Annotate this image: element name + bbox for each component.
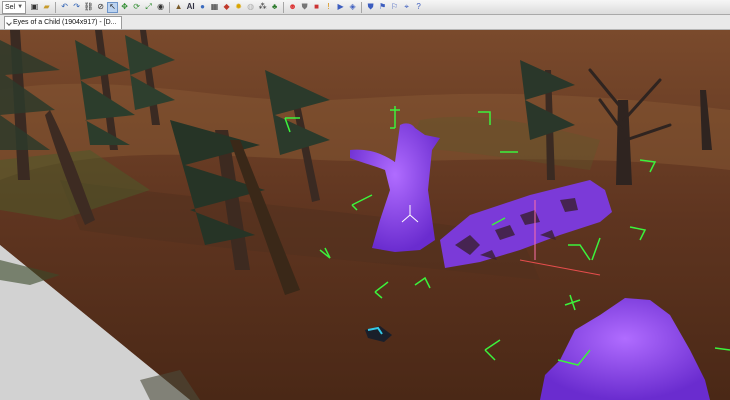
save-icon[interactable]: ▣ [29,2,40,13]
tab-title: Eyes of a Child (1904x917) - [D... [13,19,117,26]
ai-icon[interactable]: AI [185,2,196,13]
help-icon[interactable]: ? [413,2,424,13]
undo-icon[interactable]: ↶ [59,2,70,13]
scale-icon[interactable]: ⤢ [143,2,154,13]
selection-mode-value: Sel [5,3,16,11]
ai-label: AI [186,2,195,11]
tab-level-document[interactable]: Eyes of a Child (1904x917) - [D... [4,16,122,29]
open-folder-icon[interactable]: ▰ [41,2,52,13]
document-tab-strip: Eyes of a Child (1904x917) - [D... [0,15,730,30]
game-mode-icon[interactable]: ▶ [335,2,346,13]
checkmark-icon [6,20,12,26]
move-icon[interactable]: ✥ [119,2,130,13]
snap-icon[interactable]: ⌖ [401,2,412,13]
record-icon[interactable]: ■ [311,2,322,13]
flag-icon[interactable]: ⚑ [377,2,388,13]
warning-icon[interactable]: ! [323,2,334,13]
light-icon[interactable]: ✹ [233,2,244,13]
shield-icon[interactable]: ⛊ [299,2,310,13]
globe-icon[interactable]: ● [197,2,208,13]
unlink-icon[interactable]: ⊘ [95,2,106,13]
main-toolbar: Sel ▼ ▣ ▰ ↶ ↷ ⛓ ⊘ ↖ ✥ ⟳ ⤢ ◉ ▲ AI ● ▦ ◆ ✹… [0,0,730,15]
selection-mode-select[interactable]: Sel ▼ [2,0,27,14]
material-icon[interactable]: ◍ [245,2,256,13]
grid-icon[interactable]: ▦ [209,2,220,13]
layer-icon[interactable]: ⛊ [365,2,376,13]
chevron-down-icon: ▼ [17,4,24,10]
particle-icon[interactable]: ⁂ [257,2,268,13]
flag-alt-icon[interactable]: ⚐ [389,2,400,13]
viewport-scene [0,30,730,400]
camera-icon[interactable]: ◉ [155,2,166,13]
physics-icon[interactable]: ◆ [221,2,232,13]
select-cursor-icon[interactable]: ↖ [107,1,119,13]
redo-icon[interactable]: ↷ [71,2,82,13]
character-icon[interactable]: ☻ [287,2,298,13]
vegetation-icon[interactable]: ♣ [269,2,280,13]
link-icon[interactable]: ⛓ [83,2,94,13]
toolbar-separator [361,1,363,13]
toolbar-separator [55,1,57,13]
3d-viewport[interactable] [0,30,730,400]
terrain-icon[interactable]: ▲ [173,2,184,13]
toolbar-separator [283,1,285,13]
toolbar-separator [169,1,171,13]
rotate-icon[interactable]: ⟳ [131,2,142,13]
profile-icon[interactable]: ◈ [347,2,358,13]
